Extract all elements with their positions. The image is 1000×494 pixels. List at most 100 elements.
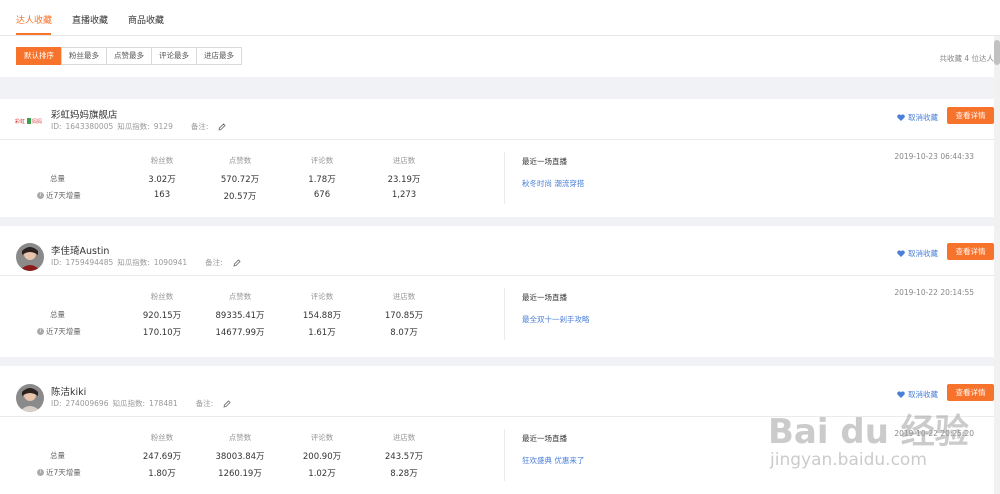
weekly-value: 676: [313, 190, 331, 200]
section-gap: [0, 357, 1000, 366]
unfollow-label: 取消收藏: [908, 113, 938, 122]
weekly-value: 1.80万: [148, 469, 176, 479]
latest-live-link[interactable]: 狂欢盛典 优惠来了: [522, 455, 584, 466]
weekly-row-text: 近7天增量: [46, 191, 81, 200]
latest-live-link[interactable]: 秋冬时尚 潮流穿搭: [522, 178, 584, 189]
total-value: 23.19万: [387, 175, 421, 185]
weekly-value: 1,273: [391, 190, 417, 200]
scrollbar[interactable]: [994, 36, 1000, 494]
fans-header: 粉丝数: [150, 292, 174, 301]
view-details-button[interactable]: 查看详情: [947, 107, 994, 124]
column-separator: [504, 288, 505, 340]
edit-note-icon[interactable]: [218, 122, 226, 131]
sort-store-visits-button[interactable]: 进店最多: [196, 47, 242, 65]
heart-icon: [897, 391, 905, 398]
store-logo-icon: 彩虹 妈妈: [15, 118, 42, 125]
weekly-row-label: i 近7天增量: [37, 190, 81, 201]
total-value: 920.15万: [142, 311, 182, 321]
view-details-button[interactable]: 查看详情: [947, 384, 994, 401]
weekly-value: 20.57万: [223, 192, 257, 202]
weekly-value: 163: [153, 190, 171, 200]
weekly-row-label: i 近7天增量: [37, 326, 81, 337]
sort-button-group: 默认排序 粉丝最多 点赞最多 评论最多 进店最多: [16, 47, 242, 65]
comments-header: 评论数: [310, 433, 334, 442]
zhigua-index: 1090941: [153, 258, 188, 267]
latest-live-link[interactable]: 最全双十一剁手攻略: [522, 314, 590, 325]
influencer-card: 陈洁kiki ID: 274009696 知瓜指数: 178481 备注: 取消…: [0, 384, 1000, 489]
total-value: 243.57万: [384, 452, 424, 462]
influencer-card: 李佳琦Austin ID: 1759494485 知瓜指数: 1090941 备…: [0, 243, 1000, 348]
comments-header: 评论数: [310, 156, 334, 165]
total-value: 154.88万: [302, 311, 342, 321]
weekly-value: 1.02万: [308, 469, 336, 479]
weekly-row-label: i 近7天增量: [37, 467, 81, 478]
unfollow-button[interactable]: 取消收藏: [897, 112, 938, 123]
heart-icon: [897, 250, 905, 257]
total-row-label: 总量: [50, 174, 65, 183]
store-visits-header: 进店数: [392, 292, 416, 301]
store-visits-header: 进店数: [392, 433, 416, 442]
card-divider: [0, 275, 1000, 276]
tab-influencer-favorites[interactable]: 达人收藏: [16, 13, 52, 26]
sort-likes-button[interactable]: 点赞最多: [106, 47, 152, 65]
total-value: 247.69万: [142, 452, 182, 462]
influencer-id: 274009696: [65, 399, 109, 408]
sort-fans-button[interactable]: 粉丝最多: [61, 47, 107, 65]
favorited-date: 2019-10-22 20:14:55: [894, 288, 974, 297]
edit-note-icon[interactable]: [223, 399, 231, 408]
sort-default-button[interactable]: 默认排序: [16, 47, 62, 65]
scrollbar-thumb[interactable]: [994, 40, 1000, 65]
edit-note-icon[interactable]: [233, 258, 241, 267]
likes-header: 点赞数: [228, 292, 252, 301]
zhigua-label: 知瓜指数:: [112, 399, 145, 408]
store-visits-header: 进店数: [392, 156, 416, 165]
influencer-id: 1643380005: [65, 122, 114, 131]
avatar: [16, 384, 44, 412]
id-label: ID:: [51, 399, 62, 408]
fans-header: 粉丝数: [150, 156, 174, 165]
tab-product-favorites[interactable]: 商品收藏: [128, 13, 164, 26]
column-separator: [504, 152, 505, 204]
total-value: 200.90万: [302, 452, 342, 462]
total-value: 89335.41万: [215, 311, 265, 321]
influencer-name[interactable]: 陈洁kiki: [51, 384, 86, 398]
avatar: [16, 243, 44, 271]
unfollow-button[interactable]: 取消收藏: [897, 389, 938, 400]
id-label: ID:: [51, 258, 62, 267]
weekly-value: 1.61万: [308, 328, 336, 338]
weekly-value: 8.07万: [390, 328, 418, 338]
weekly-row-text: 近7天增量: [46, 468, 81, 477]
svg-text:妈妈: 妈妈: [32, 118, 42, 125]
sort-comments-button[interactable]: 评论最多: [151, 47, 197, 65]
info-icon: i: [37, 192, 44, 199]
view-details-button[interactable]: 查看详情: [947, 243, 994, 260]
tab-live-favorites[interactable]: 直播收藏: [72, 13, 108, 26]
total-value: 170.85万: [384, 311, 424, 321]
svg-text:彩虹: 彩虹: [15, 118, 25, 125]
total-value: 570.72万: [220, 175, 260, 185]
influencer-name[interactable]: 彩虹妈妈旗舰店: [51, 107, 118, 121]
weekly-value: 14677.99万: [215, 328, 265, 338]
favorited-date: 2019-10-23 06:44:33: [894, 152, 974, 161]
likes-header: 点赞数: [228, 156, 252, 165]
info-icon: i: [37, 328, 44, 335]
info-icon: i: [37, 469, 44, 476]
note-label: 备注:: [190, 122, 209, 131]
unfollow-button[interactable]: 取消收藏: [897, 248, 938, 259]
influencer-card: 彩虹 妈妈 彩虹妈妈旗舰店 ID: 1643380005 知瓜指数: 9129 …: [0, 107, 1000, 212]
influencer-name[interactable]: 李佳琦Austin: [51, 243, 109, 257]
zhigua-label: 知瓜指数:: [117, 122, 150, 131]
unfollow-label: 取消收藏: [908, 390, 938, 399]
collection-tabs: 达人收藏 直播收藏 商品收藏: [0, 0, 1000, 36]
card-divider: [0, 139, 1000, 140]
card-divider: [0, 416, 1000, 417]
note-label: 备注:: [195, 399, 214, 408]
influencer-meta: ID: 274009696 知瓜指数: 178481 备注:: [51, 398, 231, 409]
comments-header: 评论数: [310, 292, 334, 301]
weekly-value: 8.28万: [390, 469, 418, 479]
active-tab-indicator: [16, 33, 51, 35]
total-value: 38003.84万: [215, 452, 265, 462]
total-value: 1.78万: [308, 175, 336, 185]
influencer-id: 1759494485: [65, 258, 114, 267]
zhigua-index: 9129: [153, 122, 173, 131]
